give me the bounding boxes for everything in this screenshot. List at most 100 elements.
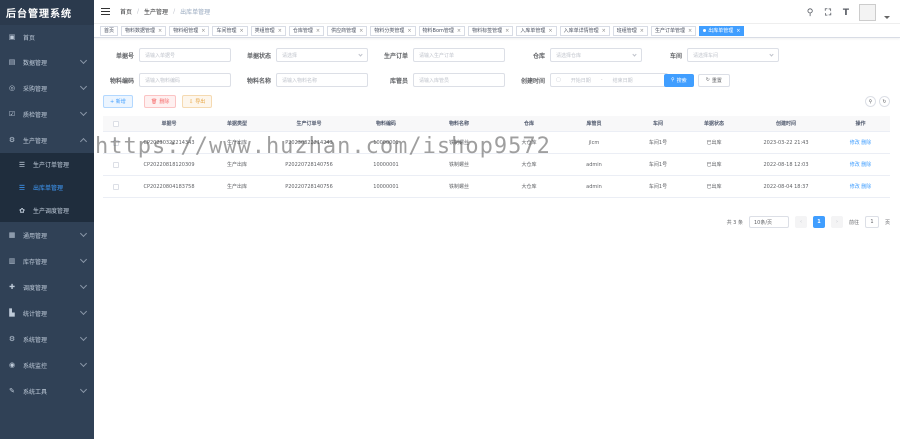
close-icon[interactable]: × — [239, 28, 243, 34]
dashboard-icon: ▣ — [8, 33, 16, 41]
sidebar-item-purchase[interactable]: ◎ 采购管理 — [0, 75, 94, 101]
close-icon[interactable]: × — [688, 28, 692, 34]
tag-item[interactable]: 车间管理 × — [212, 25, 248, 36]
warehouse-select[interactable]: 请选择仓库 — [550, 48, 642, 62]
sidebar-item-general[interactable]: ▦ 通用管理 — [0, 222, 94, 248]
box-icon: ▥ — [8, 257, 16, 265]
sidebar-item-quality[interactable]: ☑ 质检管理 — [0, 101, 94, 127]
tag-home[interactable]: 首页 — [100, 25, 119, 36]
next-page-button[interactable]: › — [830, 216, 843, 228]
close-icon[interactable]: × — [457, 28, 461, 34]
close-icon[interactable]: × — [640, 28, 644, 34]
sidebar-item-production-orders[interactable]: ☰ 生产订单管理 — [0, 153, 94, 176]
material-code-input[interactable]: 请输入物料编码 — [139, 73, 231, 87]
sidebar-item-inventory[interactable]: ▥ 库存管理 — [0, 248, 94, 274]
page-jump-input[interactable]: 1 — [864, 216, 879, 228]
hamburger-icon[interactable] — [101, 7, 111, 16]
tag-active[interactable]: 出库单管理 × — [699, 25, 745, 36]
tag-item[interactable]: 班组管理 × — [612, 25, 648, 36]
doc-number-input[interactable]: 请输入单据号 — [139, 48, 231, 62]
add-button[interactable]: + 新增 — [103, 95, 133, 108]
search-toggle-icon[interactable]: ⚲ — [865, 96, 876, 107]
row-checkbox[interactable] — [113, 161, 119, 168]
schedule-icon: ✚ — [9, 283, 15, 291]
tag-item[interactable]: 供应商管理 × — [327, 25, 368, 36]
close-icon[interactable]: × — [602, 28, 606, 34]
font-size-icon[interactable]: T — [841, 8, 851, 18]
close-icon[interactable]: × — [201, 28, 205, 34]
app-title: 后台管理系统 — [6, 9, 72, 20]
close-icon[interactable]: × — [278, 28, 282, 34]
caret-down-icon[interactable] — [884, 16, 890, 19]
sidebar-item-label: 质检管理 — [23, 111, 48, 119]
sidebar-item-label: 通用管理 — [23, 232, 48, 240]
workshop-select[interactable]: 请选择车间 — [687, 48, 779, 62]
page-size-select[interactable]: 10条/页 — [748, 216, 789, 228]
pagination: 共 3 条 10条/页 ‹ 1 › 前往 1 页 — [727, 215, 890, 229]
created-date-range[interactable]: ▢ 开始日期 - 结束日期 — [550, 73, 668, 87]
trash-icon: 🗑 — [151, 98, 158, 105]
sidebar-item-schedule[interactable]: ✚ 调度管理 — [0, 274, 94, 300]
search-button[interactable]: ⚲ 搜索 — [664, 73, 694, 87]
download-icon: ⇩ — [189, 98, 194, 105]
export-button[interactable]: ⇩ 导出 — [182, 95, 213, 108]
page-number[interactable]: 1 — [812, 216, 825, 228]
close-icon[interactable]: × — [158, 28, 162, 34]
close-icon[interactable]: × — [316, 28, 320, 34]
production-order-input[interactable]: 请输入生产订单 — [413, 48, 505, 62]
doc-status-select[interactable]: 请选择 — [276, 48, 368, 62]
sidebar-item-production-dispatch[interactable]: ✿ 生产调度管理 — [0, 199, 94, 222]
tag-item[interactable]: 物料Bom管理 × — [418, 25, 466, 36]
sidebar-item-home[interactable]: ▣ 首页 — [0, 25, 94, 49]
close-icon[interactable]: × — [505, 28, 509, 34]
table-row[interactable]: CP20220804183758 生产出库 P20220728140756 10… — [103, 176, 890, 198]
tag-item[interactable]: 物料数据管理 × — [121, 25, 167, 36]
fullscreen-icon[interactable]: ⛶ — [823, 8, 833, 18]
tag-item[interactable]: 物料分类管理 × — [370, 25, 416, 36]
tag-item[interactable]: 生产订单管理 × — [651, 25, 697, 36]
tag-item[interactable]: 仓库管理 × — [288, 25, 325, 36]
tag-item[interactable]: 入库单详情管理 × — [559, 25, 610, 36]
sidebar-item-statistics[interactable]: ▙ 统计管理 — [0, 300, 94, 326]
sidebar-item-production[interactable]: ⚙ 生产管理 — [0, 127, 94, 153]
close-icon[interactable]: × — [359, 28, 363, 34]
app-logo[interactable]: 后台管理系统 — [0, 0, 94, 25]
row-actions[interactable]: 修改 删除 — [831, 161, 890, 168]
sidebar-item-label: 系统管理 — [23, 336, 48, 344]
tag-item[interactable]: 类组管理 × — [250, 25, 286, 36]
sidebar-item-data[interactable]: ▤ 数据管理 — [0, 49, 94, 75]
close-icon[interactable]: × — [736, 28, 740, 34]
delete-button[interactable]: 🗑 删除 — [144, 95, 177, 108]
prev-page-button[interactable]: ‹ — [794, 216, 807, 228]
close-icon[interactable]: × — [407, 28, 411, 34]
avatar[interactable] — [859, 4, 876, 21]
tag-item[interactable]: 物料组管理 × — [169, 25, 210, 36]
sidebar-item-label: 生产管理 — [23, 137, 48, 145]
row-actions[interactable]: 修改 删除 — [831, 183, 890, 190]
breadcrumb-home[interactable]: 首页 — [120, 7, 132, 16]
row-checkbox[interactable] — [113, 139, 119, 146]
row-actions[interactable]: 修改 删除 — [831, 139, 890, 146]
sidebar-item-monitor[interactable]: ◉ 系统监控 — [0, 352, 94, 378]
chevron-down-icon — [79, 281, 88, 290]
table-row[interactable]: CP20230322214343 生产出库 P20230322214243 10… — [103, 132, 890, 154]
sidebar-item-tools[interactable]: ✎ 系统工具 — [0, 378, 94, 404]
chevron-down-icon — [79, 307, 88, 316]
sidebar-item-label: 库存管理 — [23, 258, 48, 266]
sidebar-item-label: 生产订单管理 — [33, 162, 70, 169]
grid-icon: ▦ — [8, 231, 16, 239]
sidebar-item-system[interactable]: ⚙ 系统管理 — [0, 326, 94, 352]
row-checkbox[interactable] — [113, 183, 119, 190]
breadcrumb-level1: 生产管理 — [144, 9, 169, 16]
reset-button[interactable]: ↻ 重置 — [697, 73, 730, 87]
select-all-checkbox[interactable] — [113, 120, 119, 127]
keeper-input[interactable]: 请输入库管员 — [413, 73, 505, 87]
tag-item[interactable]: 物料标签管理 × — [468, 25, 514, 36]
table-row[interactable]: CP20220818120309 生产出库 P20220728140756 10… — [103, 154, 890, 176]
close-icon[interactable]: × — [548, 28, 552, 34]
refresh-icon[interactable]: ↻ — [879, 96, 890, 107]
tag-item[interactable]: 入库单管理 × — [516, 25, 557, 36]
material-name-input[interactable]: 请输入物料名称 — [276, 73, 368, 87]
sidebar-item-outbound-orders[interactable]: ☰ 出库单管理 — [0, 176, 94, 199]
search-icon[interactable]: ⚲ — [805, 8, 815, 18]
